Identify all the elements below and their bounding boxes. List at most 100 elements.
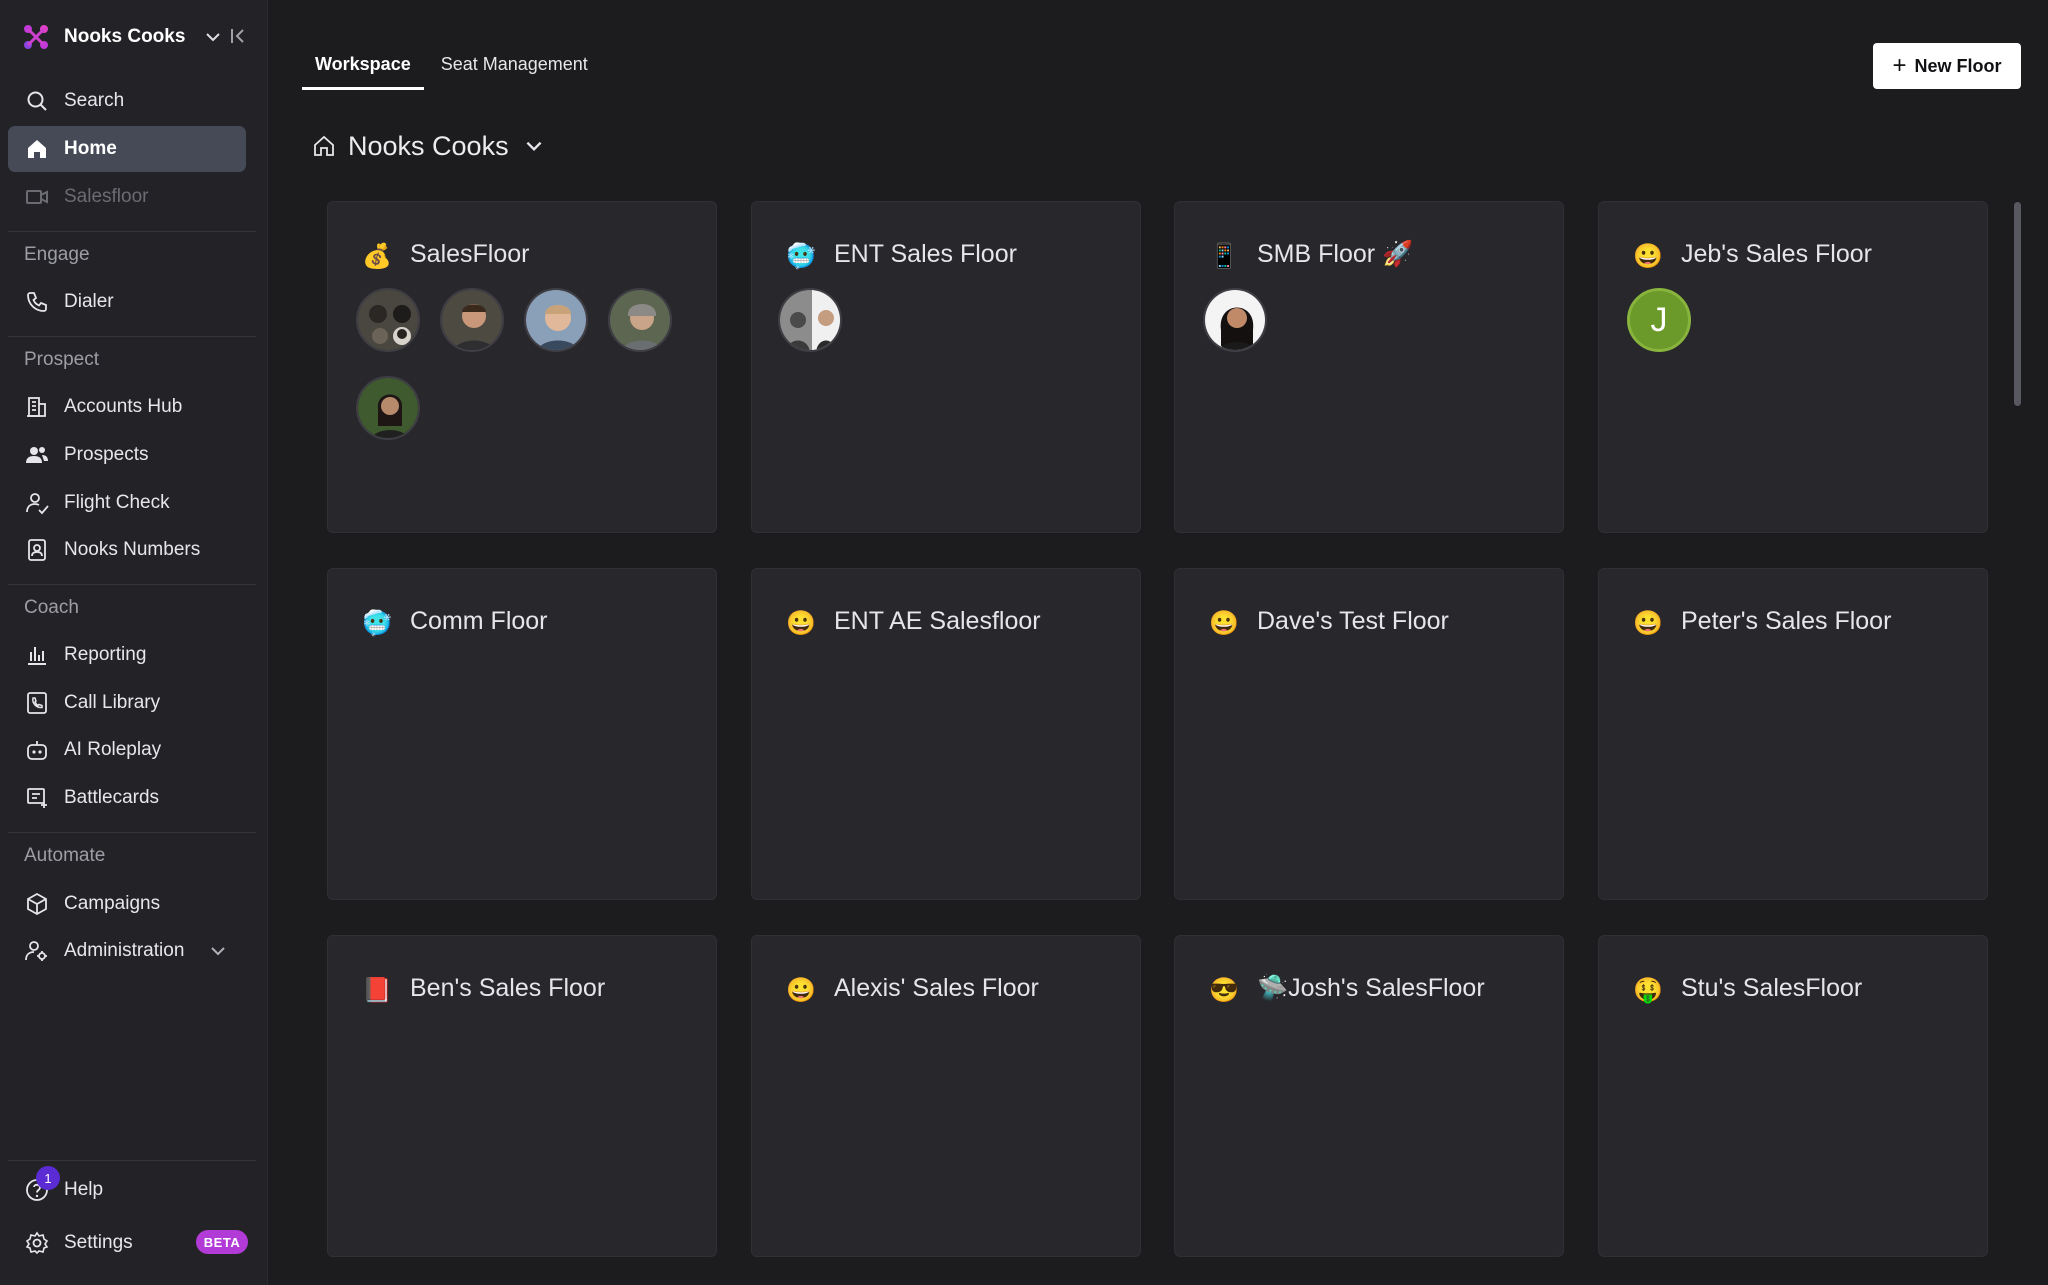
floor-title: Stu's SalesFloor [1681,974,1863,1002]
section-title-engage: Engage [24,244,90,265]
avatar[interactable] [356,376,420,440]
floor-title: Alexis' Sales Floor [834,974,1039,1002]
sidebar-item-label: Prospects [64,444,149,465]
avatar[interactable] [524,288,588,352]
sidebar-item-flight-check[interactable]: Flight Check [8,480,246,526]
sidebar-item-label: Call Library [64,692,161,713]
floor-card[interactable]: 🥶 Comm Floor [327,568,717,900]
floor-title: Ben's Sales Floor [410,974,606,1002]
sidebar-item-search[interactable]: Search [8,78,246,124]
user-check-icon [24,490,50,516]
section-title-coach: Coach [24,597,79,618]
avatar[interactable]: J [1627,288,1691,352]
sidebar-item-battlecards[interactable]: Battlecards [8,775,246,821]
divider [8,584,256,585]
floor-title: Comm Floor [410,607,548,635]
scrollbar[interactable] [2014,202,2021,406]
avatar[interactable] [1203,288,1267,352]
sidebar-item-label: Battlecards [64,787,160,808]
contact-card-icon [24,537,50,563]
sidebar-item-prospects[interactable]: Prospects [8,432,246,478]
workspace-name: Nooks Cooks [64,26,186,47]
floor-card[interactable]: 😀 Peter's Sales Floor [1598,568,1988,900]
sidebar-item-label: Help [64,1179,104,1200]
floor-card[interactable]: 😀 Jeb's Sales Floor J [1598,201,1988,533]
floor-card[interactable]: 😎 🛸Josh's SalesFloor [1174,935,1564,1257]
sidebar-item-label: AI Roleplay [64,739,162,760]
chevron-down-icon[interactable] [208,941,228,961]
floor-emoji: 😎 [1209,977,1239,1004]
floor-title: Peter's Sales Floor [1681,607,1892,635]
sidebar-item-label: Reporting [64,644,147,665]
tab-workspace[interactable]: Workspace [302,44,424,90]
floor-emoji: 📱 [1209,243,1239,270]
floor-card[interactable]: 😀 Dave's Test Floor [1174,568,1564,900]
floor-title: SalesFloor [410,240,530,268]
avatar[interactable] [440,288,504,352]
robot-icon [24,737,50,763]
sidebar-item-ai-roleplay[interactable]: AI Roleplay [8,727,246,773]
users-icon [24,442,50,468]
sidebar-item-campaigns[interactable]: Campaigns [8,881,246,927]
sidebar-item-salesfloor[interactable]: Salesfloor [8,174,246,220]
floor-emoji: 🥶 [786,243,816,270]
avatar[interactable] [778,288,842,352]
beta-badge: BETA [196,1230,248,1254]
floor-emoji: 📕 [362,977,392,1004]
new-floor-button[interactable]: + New Floor [1873,43,2021,89]
floor-card[interactable]: 💰 SalesFloor [327,201,717,533]
tab-seat-management[interactable]: Seat Management [428,44,601,90]
cube-icon [24,891,50,917]
floor-emoji: 😀 [1633,610,1663,637]
new-floor-label: New Floor [1914,55,2002,76]
sidebar-item-label: Salesfloor [64,186,149,207]
floor-title: ENT Sales Floor [834,240,1017,268]
avatar[interactable] [356,288,420,352]
home-icon [314,135,334,156]
collapse-sidebar-icon[interactable] [228,26,248,46]
notification-badge: 1 [36,1166,60,1190]
floor-title: Jeb's Sales Floor [1681,240,1872,268]
floor-title: SMB Floor 🚀 [1257,240,1414,268]
cards-plus-icon [24,785,50,811]
floor-title: Dave's Test Floor [1257,607,1449,635]
floor-card[interactable]: 😀 ENT AE Salesfloor [751,568,1141,900]
divider [8,1160,256,1161]
search-icon [24,88,50,114]
floor-emoji: 🤑 [1633,977,1663,1004]
tab-bar: Workspace Seat Management [302,44,601,90]
divider [8,231,256,232]
breadcrumb[interactable]: Nooks Cooks [312,128,545,164]
sidebar-item-accounts-hub[interactable]: Accounts Hub [8,384,246,430]
video-camera-icon [24,184,50,210]
floor-card[interactable]: 📱 SMB Floor 🚀 [1174,201,1564,533]
floor-card[interactable]: 🤑 Stu's SalesFloor [1598,935,1988,1257]
floor-card[interactable]: 📕 Ben's Sales Floor [327,935,717,1257]
floor-emoji: 😀 [1209,610,1239,637]
sidebar-item-label: Nooks Numbers [64,539,201,560]
floor-title: 🛸Josh's SalesFloor [1257,974,1485,1002]
chevron-down-icon [526,141,542,152]
gear-icon [24,1230,50,1256]
floor-emoji: 😀 [786,610,816,637]
sidebar-item-call-library[interactable]: Call Library [8,680,246,726]
sidebar-item-label: Home [64,138,117,159]
avatar[interactable] [608,288,672,352]
sidebar-item-home[interactable]: Home [8,126,246,172]
floor-emoji: 🥶 [362,610,392,637]
chevron-down-icon [206,33,221,42]
floor-emoji: 😀 [1633,243,1663,270]
floor-card[interactable]: 😀 Alexis' Sales Floor [751,935,1141,1257]
floor-card[interactable]: 🥶 ENT Sales Floor [751,201,1141,533]
sidebar-item-label: Settings [64,1232,133,1253]
plus-icon: + [1892,52,1907,79]
sidebar-item-label: Administration [64,940,185,961]
sidebar-item-dialer[interactable]: Dialer [8,279,246,325]
sidebar: Nooks Cooks Search Home Salesfloor Engag… [0,0,268,1285]
workspace-switcher[interactable]: Nooks Cooks [22,20,252,54]
floor-title: ENT AE Salesfloor [834,607,1041,635]
page-title: Nooks Cooks [348,130,509,161]
sidebar-item-nooks-numbers[interactable]: Nooks Numbers [8,527,246,573]
sidebar-item-reporting[interactable]: Reporting [8,632,246,678]
phone-book-icon [24,690,50,716]
